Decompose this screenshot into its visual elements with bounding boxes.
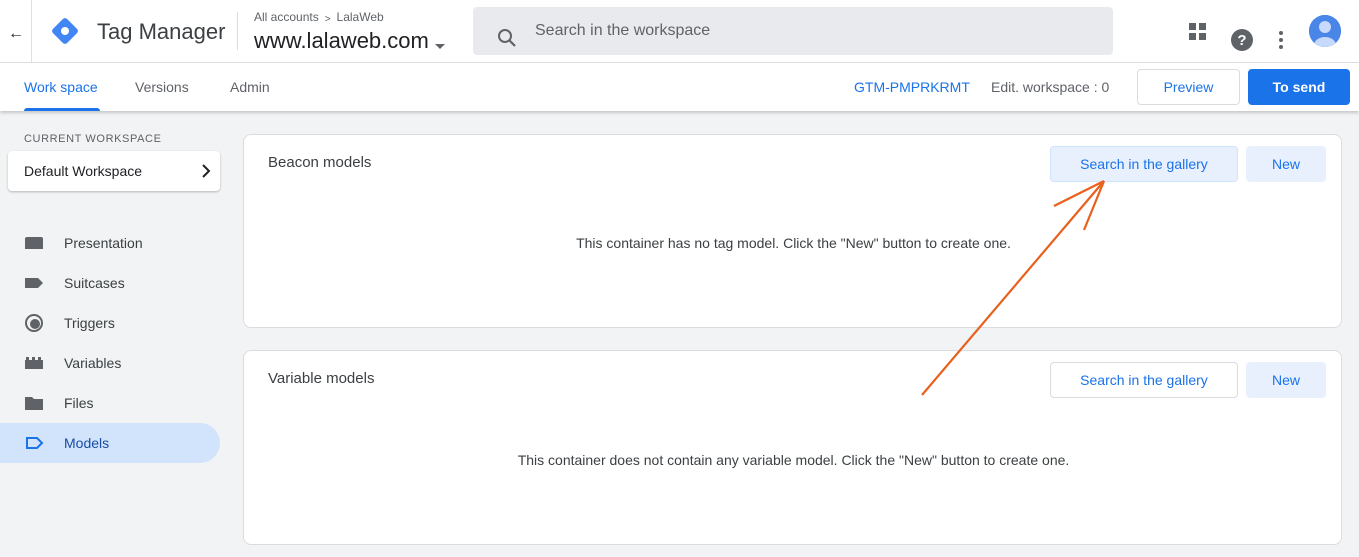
sidebar-item-label: Models: [64, 435, 110, 451]
search-gallery-button[interactable]: Search in the gallery: [1050, 146, 1238, 182]
top-bar: ← Tag Manager All accounts > LalaWeb www…: [0, 0, 1359, 63]
breadcrumb-account[interactable]: LalaWeb: [337, 10, 384, 25]
sidebar-item-label: Presentation: [64, 235, 143, 251]
product-name: Tag Manager: [97, 19, 226, 44]
variables-icon: [25, 357, 43, 369]
variable-models-panel: Variable models Search in the gallery Ne…: [243, 350, 1342, 545]
tab-versions[interactable]: Versions: [135, 79, 189, 95]
breadcrumb-separator: >: [324, 14, 331, 25]
arrow-back-icon[interactable]: ←: [4, 22, 28, 46]
workspace-name: Default Workspace: [24, 163, 143, 179]
current-workspace-label: CURRENT WORKSPACE: [24, 133, 162, 145]
send-button[interactable]: To send: [1248, 69, 1350, 105]
apps-grid-icon[interactable]: [1188, 22, 1208, 42]
divider: [31, 0, 32, 63]
sidebar-item-files[interactable]: Files: [0, 383, 220, 423]
help-icon[interactable]: ?: [1231, 29, 1253, 51]
new-variable-model-button[interactable]: New: [1246, 362, 1326, 398]
breadcrumb-accounts[interactable]: All accounts: [254, 10, 319, 25]
sidebar-item-label: Suitcases: [64, 275, 125, 291]
edit-workspace-count: Edit. workspace : 0: [991, 79, 1110, 95]
chevron-right-icon: [202, 164, 211, 178]
search-icon: [498, 29, 516, 47]
search-input[interactable]: [535, 7, 1095, 55]
sidebar-item-variables[interactable]: Variables: [0, 343, 220, 383]
empty-state-text: This container does not contain any vari…: [517, 452, 1070, 468]
caret-down-icon: [434, 43, 445, 49]
avatar[interactable]: [1309, 15, 1341, 47]
container-name: www.lalaweb.com: [254, 28, 429, 53]
sidebar-item-label: Triggers: [64, 315, 115, 331]
container-selector[interactable]: www.lalaweb.com: [254, 28, 445, 54]
template-icon: [26, 437, 44, 449]
sidebar-item-models[interactable]: Models: [0, 423, 220, 463]
folder-icon: [25, 397, 43, 410]
sidebar-item-label: Variables: [64, 355, 122, 371]
tag-icon: [25, 278, 43, 288]
new-tag-model-button[interactable]: New: [1246, 146, 1326, 182]
beacon-models-panel: Beacon models Search in the gallery New …: [243, 134, 1342, 328]
preview-button[interactable]: Preview: [1137, 69, 1240, 105]
workspace-selector[interactable]: Default Workspace: [8, 151, 220, 191]
tab-work-space[interactable]: Work space: [24, 79, 98, 95]
sidebar-item-suitcases[interactable]: Suitcases: [0, 263, 220, 303]
empty-state-text: This container has no tag model. Click t…: [576, 235, 1011, 251]
active-tab-indicator: [24, 108, 100, 111]
briefcase-icon: [25, 237, 43, 249]
sidebar-item-triggers[interactable]: Triggers: [0, 303, 220, 343]
tab-admin[interactable]: Admin: [230, 79, 270, 95]
trigger-icon: [25, 314, 43, 332]
search-gallery-button[interactable]: Search in the gallery: [1050, 362, 1238, 398]
panel-title: Variable models: [268, 370, 375, 387]
container-id-link[interactable]: GTM-PMPRKRMT: [854, 79, 970, 95]
breadcrumb: All accounts > LalaWeb: [254, 10, 384, 25]
divider: [237, 12, 238, 50]
workspace-toolbar: Work space Versions Admin GTM-PMPRKRMT E…: [0, 63, 1359, 111]
tag-manager-logo-icon: [52, 18, 78, 44]
search-bar[interactable]: [473, 7, 1113, 55]
panel-title: Beacon models: [268, 154, 372, 171]
sidebar-item-label: Files: [64, 395, 94, 411]
more-vert-icon[interactable]: [1277, 30, 1285, 50]
sidebar-item-presentation[interactable]: Presentation: [0, 223, 220, 263]
